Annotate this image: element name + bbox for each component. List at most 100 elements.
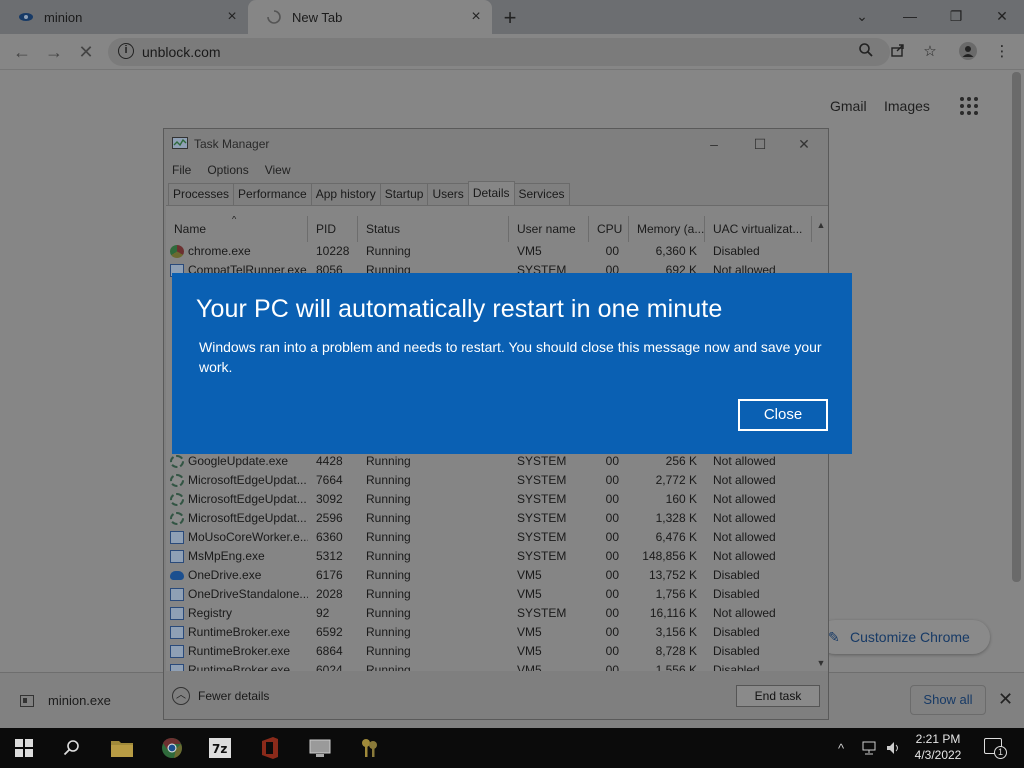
start-icon[interactable] [0,728,48,768]
show-all-button[interactable]: Show all [910,685,986,715]
close-tab-icon[interactable]: × [468,9,484,25]
process-name-cell: GoogleUpdate.exe [166,452,308,471]
new-tab-plus-icon[interactable]: + [498,5,522,31]
remote-desktop-icon[interactable] [296,728,344,768]
column-pid[interactable]: PID [308,216,358,242]
dialog-close-button[interactable]: Close [738,399,828,431]
uac-cell: Disabled [713,625,760,639]
fewer-details-button[interactable]: ︿ Fewer details [172,687,269,705]
url-text[interactable]: unblock.com [142,44,221,60]
file-explorer-icon[interactable] [98,728,146,768]
scroll-down-arrow-icon[interactable]: ▼ [814,656,828,670]
bookmark-star-icon[interactable]: ☆ [920,42,940,62]
close-window-icon[interactable]: ✕ [990,5,1014,27]
process-row[interactable]: chrome.exe 10228 Running VM5 00 6,360 K Disabl… [166,242,812,261]
end-task-button[interactable]: End task [736,685,820,707]
gear-process-icon [170,512,184,525]
office-icon[interactable] [246,728,294,768]
tab-minion[interactable]: minion × [0,0,248,34]
tab-startup[interactable]: Startup [379,183,429,205]
menu-file[interactable]: File [164,161,199,181]
site-info-icon[interactable]: i [118,43,134,59]
tab-users[interactable]: Users [427,183,469,205]
restore-icon[interactable]: ❐ [944,5,968,27]
close-tab-icon[interactable]: × [224,9,240,25]
user-name-cell: VM5 [517,644,542,658]
restart-warning-dialog: Your PC will automatically restart in on… [172,273,852,454]
column-user-name[interactable]: User name [509,216,589,242]
menu-view[interactable]: View [257,161,299,181]
images-link[interactable]: Images [884,98,930,114]
gmail-link[interactable]: Gmail [830,98,867,114]
column-cpu[interactable]: CPU [589,216,629,242]
tab-processes[interactable]: Processes [168,183,235,205]
tab-details[interactable]: Details [467,181,515,205]
process-row[interactable]: Registry 92 Running SYSTEM 00 16,116 K Not all… [166,604,812,623]
system-clock[interactable]: 2:21 PM 4/3/2022 [906,731,970,763]
search-icon[interactable] [48,728,96,768]
tab-strip: minion × New Tab × + ⌄ — ❐ ✕ [0,0,1024,34]
process-row[interactable]: MsMpEng.exe 5312 Running SYSTEM 00 148,856 K N… [166,547,812,566]
google-apps-grid-icon[interactable] [960,97,978,115]
status-cell: Running [366,549,411,563]
process-row[interactable]: MicrosoftEdgeUpdat... 7664 Running SYSTEM 00… [166,471,812,490]
tab-services[interactable]: Services [513,183,570,205]
memory-cell: 3,156 K [655,625,697,639]
process-row[interactable]: OneDrive.exe 6176 Running VM5 00 13,752 K Disa… [166,566,812,585]
tab-new-tab[interactable]: New Tab × [248,0,492,34]
column-status[interactable]: Status [358,216,509,242]
share-icon[interactable] [888,42,908,62]
back-arrow-icon[interactable]: ← [10,40,34,64]
process-row[interactable]: OneDriveStandalone... 2028 Running VM5 00 1,7… [166,585,812,604]
tab-performance[interactable]: Performance [233,183,312,205]
address-bar[interactable]: i unblock.com [108,38,890,66]
profile-avatar-icon[interactable] [958,42,978,62]
process-row[interactable]: RuntimeBroker.exe 6024 Running VM5 00 1,556 K… [166,661,812,671]
generic-process-icon [170,626,184,639]
user-name-cell: VM5 [517,568,542,582]
stop-loading-icon[interactable]: ✕ [74,40,98,64]
process-row[interactable]: MicrosoftEdgeUpdat... 3092 Running SYSTEM 00… [166,490,812,509]
page-scrollbar[interactable] [1008,72,1024,670]
user-name-cell: SYSTEM [517,473,567,487]
task-manager-footer: ︿ Fewer details End task [164,675,828,719]
network-icon[interactable] [862,728,878,768]
process-row[interactable]: RuntimeBroker.exe 6592 Running VM5 00 3,156 K… [166,623,812,642]
minimize-icon[interactable]: – [704,134,724,154]
close-window-icon[interactable]: ✕ [794,134,814,154]
tab-label: New Tab [292,9,343,25]
process-row[interactable]: MicrosoftEdgeUpdat... 2596 Running SYSTEM 00… [166,509,812,528]
volume-icon[interactable] [886,728,902,768]
menu-options[interactable]: Options [199,161,256,181]
user-name-cell: SYSTEM [517,606,567,620]
status-cell: Running [366,530,411,544]
download-item[interactable]: minion.exe [20,693,111,708]
process-row[interactable]: GoogleUpdate.exe 4428 Running SYSTEM 00 256 K… [166,452,812,471]
process-row[interactable]: RuntimeBroker.exe 6864 Running VM5 00 8,728 K… [166,642,812,661]
kebab-menu-icon[interactable]: ⋮ [992,42,1012,62]
scroll-up-arrow-icon[interactable]: ▲ [814,218,828,232]
process-row[interactable]: MoUsoCoreWorker.e... 6360 Running SYSTEM 00 6… [166,528,812,547]
tab-app-history[interactable]: App history [310,183,381,205]
keys-icon[interactable] [346,728,394,768]
process-name-cell: RuntimeBroker.exe [166,623,308,642]
forward-arrow-icon[interactable]: → [42,40,66,64]
minimize-icon[interactable]: — [898,5,922,27]
dialog-heading: Your PC will automatically restart in on… [196,295,723,323]
column-name[interactable]: ^ Name [166,216,308,242]
column-memory[interactable]: Memory (a... [629,216,705,242]
tab-search-chevron-icon[interactable]: ⌄ [850,5,874,27]
show-hidden-icons-chevron-icon[interactable]: ^ [838,728,844,768]
chrome-icon[interactable] [148,728,196,768]
task-manager-titlebar[interactable]: Task Manager – ☐ ✕ [164,129,828,159]
pid-cell: 2596 [316,511,343,525]
maximize-icon[interactable]: ☐ [750,134,770,154]
column-uac-virtualization[interactable]: UAC virtualizat... [705,216,812,242]
uac-cell: Not allowed [713,530,776,544]
close-download-bar-icon[interactable]: ✕ [998,689,1013,710]
7zip-icon[interactable]: 7z [196,728,244,768]
customize-chrome-button[interactable]: ✎ Customize Chrome [818,620,990,654]
task-manager-menubar: File Options View [164,161,299,181]
zoom-icon[interactable] [856,42,876,62]
action-center-icon[interactable]: 1 [984,738,1007,759]
